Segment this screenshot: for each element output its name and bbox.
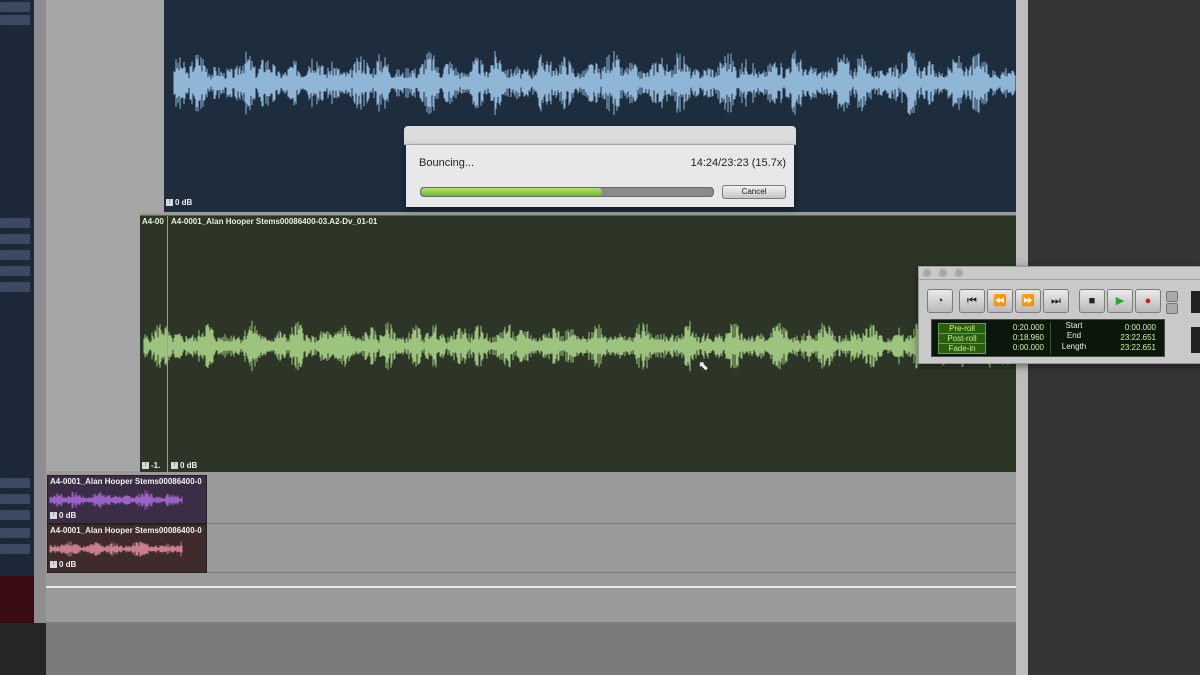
online-button[interactable]: ◔ xyxy=(927,289,953,313)
strip-button[interactable] xyxy=(0,234,30,244)
dialog-titlebar[interactable] xyxy=(404,126,796,145)
progress-fill xyxy=(421,188,603,196)
minimize-button[interactable] xyxy=(939,269,947,277)
preroll-value[interactable]: 0:20.000 xyxy=(988,323,1044,332)
length-value[interactable]: 23:22.651 xyxy=(1100,343,1156,352)
go-to-end-button[interactable]: ⏭ xyxy=(1043,289,1069,313)
close-button[interactable] xyxy=(923,269,931,277)
strip-button[interactable] xyxy=(0,250,30,260)
region-title: A4-00 A4-0001_Alan Hooper Stems00086400-… xyxy=(140,216,1016,228)
strip-button[interactable] xyxy=(0,282,30,292)
strip-button[interactable] xyxy=(0,544,30,554)
clip-name: A4-0001_Alan Hooper Stems00086400-0 xyxy=(50,477,202,486)
clip-name: A4-0001_Alan Hooper Stems00086400-0 xyxy=(50,526,202,535)
gain-readout-left: ↑ -1. xyxy=(142,461,161,470)
counter-edge xyxy=(1191,327,1200,353)
end-value[interactable]: 23:22.651 xyxy=(1100,333,1156,342)
region-boundary xyxy=(167,216,168,472)
start-label: Start xyxy=(1065,321,1083,330)
bottom-track-area xyxy=(46,623,1018,675)
rewind-button[interactable]: ⏪ xyxy=(987,289,1013,313)
region-name: A4-0001_Alan Hooper Stems00086400-03.A2-… xyxy=(171,217,378,226)
waveform-green xyxy=(143,320,1016,372)
strip-button[interactable] xyxy=(0,510,30,520)
rewind-icon: ⏪ xyxy=(993,295,1007,307)
return-to-zero-icon: ⏮ xyxy=(967,295,977,307)
fast-forward-button[interactable]: ⏩ xyxy=(1015,289,1041,313)
gain-readout: ↑ 0 dB xyxy=(171,461,198,470)
clip-red[interactable]: A4-0001_Alan Hooper Stems00086400-0 ↑ 0 d… xyxy=(47,524,207,573)
transport-window: ◔ ⏮ ⏪ ⏩ ⏭ ■ ▶ ● Pre-roll Post-roll Fade-… xyxy=(918,266,1200,364)
clip-purple[interactable]: A4-0001_Alan Hooper Stems00086400-0 ↑ 0 d… xyxy=(47,475,207,524)
gain-arrow-icon: ↑ xyxy=(50,512,57,520)
gain-readout: ↑ 0 dB xyxy=(50,560,77,569)
gain-arrow-icon: ↑ xyxy=(50,561,57,569)
gain-readout: ↑ 0 dB xyxy=(50,511,77,520)
bounce-status-text: Bouncing... xyxy=(419,157,475,169)
play-icon: ▶ xyxy=(1115,295,1125,307)
postroll-value[interactable]: 0:18.960 xyxy=(988,333,1044,342)
stop-button[interactable]: ■ xyxy=(1079,289,1105,313)
mouse-cursor-icon: ⬉ xyxy=(698,358,709,373)
transport-counter: Pre-roll Post-roll Fade-in 0:20.000 0:18… xyxy=(931,319,1165,357)
bounce-progress-bar xyxy=(420,187,714,197)
gain-arrow-icon: ↑ xyxy=(171,462,178,470)
strip-button[interactable] xyxy=(0,528,30,538)
go-to-end-icon: ⏭ xyxy=(1051,295,1061,307)
strip-button[interactable] xyxy=(0,478,30,488)
gain-arrow-icon: ↑ xyxy=(166,199,173,207)
record-button[interactable]: ● xyxy=(1135,289,1161,313)
length-label: Length xyxy=(1061,342,1087,351)
strip-button[interactable] xyxy=(0,266,30,276)
gain-readout: ↑ 0 dB xyxy=(166,198,193,207)
dialog-body: Bouncing... 14:24/23:23 (15.7x) Cancel xyxy=(406,145,794,207)
start-value[interactable]: 0:00.000 xyxy=(1100,323,1156,332)
bounce-dialog: Bouncing... 14:24/23:23 (15.7x) Cancel xyxy=(404,126,796,208)
gain-arrow-icon: ↑ xyxy=(142,462,149,470)
return-to-zero-button[interactable]: ⏮ xyxy=(959,289,985,313)
audio-track-green[interactable]: A4-00 A4-0001_Alan Hooper Stems00086400-… xyxy=(140,215,1016,472)
end-label: End xyxy=(1066,331,1082,340)
bounce-time-text: 14:24/23:23 (15.7x) xyxy=(690,157,786,169)
bottom-left-panel xyxy=(0,623,46,675)
ruler-gap xyxy=(34,0,46,623)
fadein-button[interactable]: Fade-in xyxy=(938,343,986,354)
toggle-button-up[interactable] xyxy=(1166,291,1178,302)
track-list-strip xyxy=(0,0,34,675)
fadein-value[interactable]: 0:00.000 xyxy=(988,343,1044,352)
strip-button[interactable] xyxy=(0,15,30,25)
counter-divider xyxy=(1050,322,1051,354)
strip-button[interactable] xyxy=(0,494,30,504)
counter-edge xyxy=(1191,291,1200,313)
track-header-column xyxy=(46,213,140,471)
region-short-name: A4-00 xyxy=(142,217,164,226)
clock-icon: ◔ xyxy=(936,295,944,307)
cancel-button[interactable]: Cancel xyxy=(722,185,786,199)
strip-button[interactable] xyxy=(0,2,30,12)
stop-icon: ■ xyxy=(1088,295,1096,307)
track-header-column xyxy=(46,0,164,213)
titlebar-divider xyxy=(919,279,1200,280)
play-button[interactable]: ▶ xyxy=(1107,289,1133,313)
selected-track-marker xyxy=(0,576,34,623)
timeline-insertion-line xyxy=(46,586,1016,588)
fast-forward-icon: ⏩ xyxy=(1021,295,1035,307)
strip-button[interactable] xyxy=(0,218,30,228)
zoom-button[interactable] xyxy=(955,269,963,277)
toggle-button-down[interactable] xyxy=(1166,303,1178,314)
record-icon: ● xyxy=(1144,295,1152,307)
